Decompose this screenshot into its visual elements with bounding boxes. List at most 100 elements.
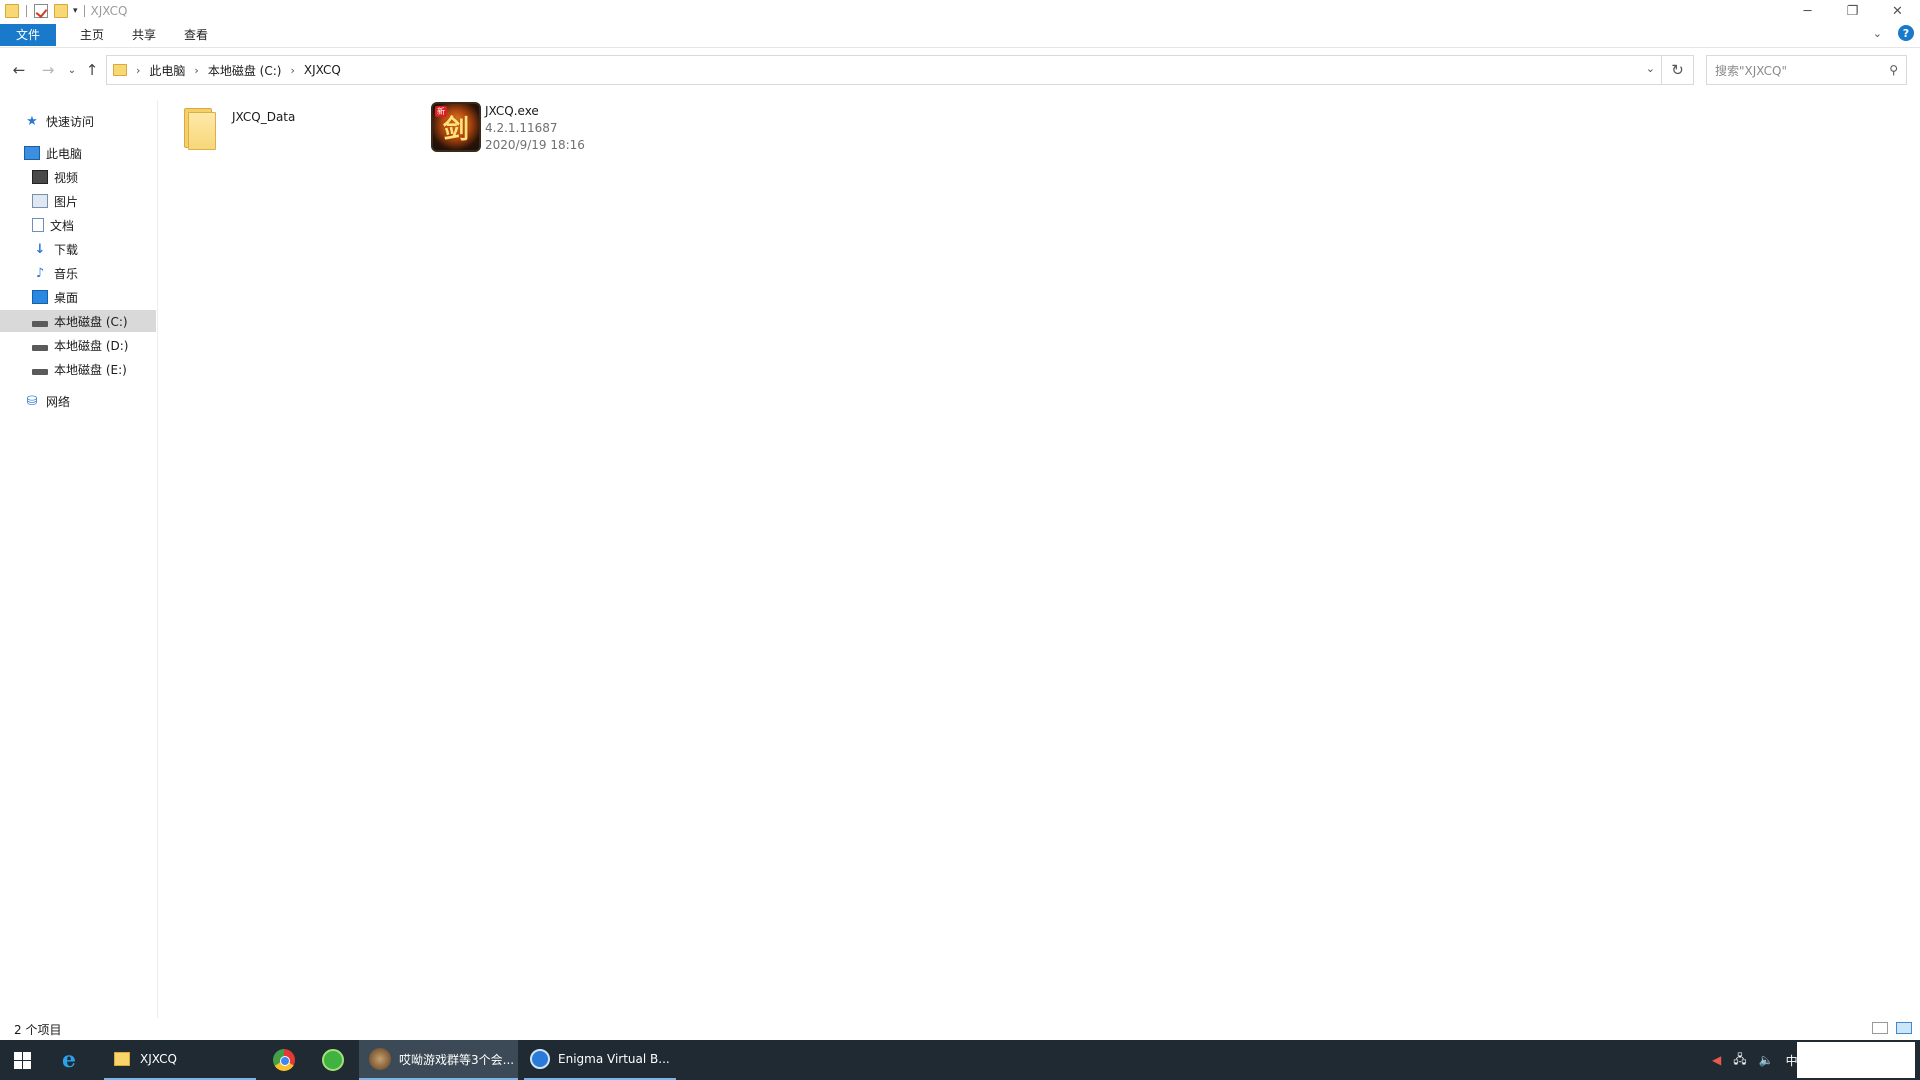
nav-quick-access[interactable]: ★ 快速访问 xyxy=(0,110,156,132)
network-icon: ⛁ xyxy=(26,393,38,409)
breadcrumb-local-disk-c[interactable]: 本地磁盘 (C:) xyxy=(208,62,282,79)
taskbar-explorer[interactable]: XJXCQ xyxy=(104,1040,256,1080)
navigation-pane: ★ 快速访问 此电脑 视频 图片 文档 ↓ 下载 ♪ 音乐 桌面 本地磁盘 (C… xyxy=(0,100,158,1018)
nav-this-pc[interactable]: 此电脑 xyxy=(0,142,156,164)
pictures-icon xyxy=(32,194,48,208)
volume-icon[interactable]: 🔈 xyxy=(1759,1053,1774,1067)
tab-view[interactable]: 查看 xyxy=(170,24,222,46)
details-view-icon[interactable] xyxy=(1872,1022,1888,1034)
nav-downloads[interactable]: ↓ 下载 xyxy=(0,238,156,260)
nav-network[interactable]: ⛁ 网络 xyxy=(0,390,156,412)
large-icons-view-icon[interactable] xyxy=(1896,1022,1912,1034)
avatar xyxy=(369,1048,391,1070)
clock-area xyxy=(1797,1042,1915,1078)
game-app-icon: 新 剑 xyxy=(431,102,481,152)
nav-label: 本地磁盘 (C:) xyxy=(54,314,128,329)
folder-icon xyxy=(114,1052,130,1066)
search-icon[interactable]: ⚲ xyxy=(1889,63,1898,77)
minimize-button[interactable]: ─ xyxy=(1785,0,1830,22)
taskbar-chrome[interactable] xyxy=(273,1040,295,1080)
folder-icon xyxy=(113,64,127,76)
start-button[interactable] xyxy=(14,1040,31,1080)
new-badge: 新 xyxy=(435,106,447,117)
enigma-icon xyxy=(530,1049,550,1069)
up-button[interactable]: ↑ xyxy=(82,60,102,80)
chevron-right-icon[interactable]: › xyxy=(194,64,198,77)
document-icon xyxy=(32,218,44,232)
windows-logo-icon xyxy=(14,1051,31,1069)
tab-share[interactable]: 共享 xyxy=(118,24,170,46)
chevron-down-icon[interactable]: ⌄ xyxy=(1873,27,1882,40)
internet-explorer-icon: e xyxy=(62,1047,76,1073)
nav-label: 本地磁盘 (E:) xyxy=(54,362,127,377)
nav-music[interactable]: ♪ 音乐 xyxy=(0,262,156,284)
item-count: 2 个项目 xyxy=(14,1022,62,1037)
file-name: JXCQ.exe xyxy=(485,104,539,118)
nav-label: 快速访问 xyxy=(46,114,95,129)
star-icon: ★ xyxy=(26,113,38,129)
nav-label: 桌面 xyxy=(54,290,79,305)
title-bar: ▾ XJXCQ ─ ❐ ✕ xyxy=(0,0,1920,22)
refresh-button[interactable]: ↻ xyxy=(1662,55,1694,85)
divider xyxy=(83,5,85,17)
nav-desktop[interactable]: 桌面 xyxy=(0,286,156,308)
nav-label: 网络 xyxy=(46,394,71,409)
nav-label: 本地磁盘 (D:) xyxy=(54,338,129,353)
tab-home[interactable]: 主页 xyxy=(66,24,118,46)
properties-icon[interactable] xyxy=(34,4,48,18)
taskbar-label: Enigma Virtual B... xyxy=(558,1052,670,1066)
taskbar-chat[interactable]: 哎呦游戏群等3个会... xyxy=(359,1040,518,1080)
window-title: XJXCQ xyxy=(90,4,128,18)
chevron-right-icon[interactable]: › xyxy=(290,64,294,77)
ime-indicator[interactable]: 中 xyxy=(1786,1052,1798,1069)
customize-toolbar-dropdown[interactable]: ▾ xyxy=(73,6,78,16)
drive-icon xyxy=(32,321,48,327)
nav-label: 文档 xyxy=(50,218,75,233)
taskbar-green-app[interactable] xyxy=(322,1040,344,1080)
taskbar-ie[interactable]: e xyxy=(62,1040,76,1080)
notification-flag-icon[interactable]: ◀ xyxy=(1712,1053,1721,1067)
breadcrumb-xjxcq[interactable]: XJXCQ xyxy=(304,63,341,77)
nav-videos[interactable]: 视频 xyxy=(0,166,156,188)
nav-label: 音乐 xyxy=(54,266,79,281)
status-bar: 2 个项目 xyxy=(0,1018,1920,1040)
nav-local-disk-e[interactable]: 本地磁盘 (E:) xyxy=(0,358,156,380)
tab-file[interactable]: 文件 xyxy=(0,23,56,46)
list-item[interactable]: 新 剑 JXCQ.exe 4.2.1.11687 2020/9/19 18:16 xyxy=(431,102,585,152)
window-controls: ─ ❐ ✕ xyxy=(1785,0,1920,22)
file-version: 4.2.1.11687 xyxy=(485,121,558,135)
nav-label: 此电脑 xyxy=(46,146,83,161)
folder-icon xyxy=(184,106,218,150)
close-button[interactable]: ✕ xyxy=(1875,0,1920,22)
address-bar[interactable]: › 此电脑 › 本地磁盘 (C:) › XJXCQ ⌄ xyxy=(106,55,1662,85)
help-icon[interactable]: ? xyxy=(1898,25,1914,41)
nav-pictures[interactable]: 图片 xyxy=(0,190,156,212)
file-list: JXCQ_Data 新 剑 JXCQ.exe 4.2.1.11687 2020/… xyxy=(160,100,1920,1018)
chevron-right-icon[interactable]: › xyxy=(136,64,140,77)
taskbar-enigma[interactable]: Enigma Virtual B... xyxy=(524,1040,676,1080)
recent-locations-dropdown[interactable]: ⌄ xyxy=(62,60,82,80)
nav-local-disk-d[interactable]: 本地磁盘 (D:) xyxy=(0,334,156,356)
new-folder-icon[interactable] xyxy=(54,4,68,18)
system-tray: ◀ 🖧 🔈 中 xyxy=(1712,1040,1798,1080)
drive-icon xyxy=(32,345,48,351)
breadcrumb-this-pc[interactable]: 此电脑 xyxy=(149,62,185,79)
taskbar: e XJXCQ 哎呦游戏群等3个会... Enigma Virtual B...… xyxy=(0,1040,1920,1080)
desktop-icon xyxy=(32,290,48,304)
navigation-row: ← → ⌄ ↑ › 此电脑 › 本地磁盘 (C:) › XJXCQ ⌄ ↻ 搜索… xyxy=(0,53,1920,87)
forward-button[interactable]: → xyxy=(38,60,58,80)
folder-icon[interactable] xyxy=(5,4,19,18)
network-icon[interactable]: 🖧 xyxy=(1733,1050,1746,1071)
restore-button[interactable]: ❐ xyxy=(1830,0,1875,22)
back-button[interactable]: ← xyxy=(9,60,29,80)
nav-documents[interactable]: 文档 xyxy=(0,214,156,236)
list-item[interactable]: JXCQ_Data xyxy=(184,106,295,150)
ribbon-tabs: 文件 主页 共享 查看 ⌄ ? xyxy=(0,22,1920,48)
search-input[interactable]: 搜索"XJXCQ" ⚲ xyxy=(1706,55,1907,85)
nav-label: 视频 xyxy=(54,170,79,185)
breadcrumb: › 此电脑 › 本地磁盘 (C:) › XJXCQ xyxy=(127,62,341,79)
search-placeholder: 搜索"XJXCQ" xyxy=(1715,63,1787,78)
nav-local-disk-c[interactable]: 本地磁盘 (C:) xyxy=(0,310,156,332)
app-icon xyxy=(322,1049,344,1071)
address-dropdown-icon[interactable]: ⌄ xyxy=(1646,62,1655,75)
